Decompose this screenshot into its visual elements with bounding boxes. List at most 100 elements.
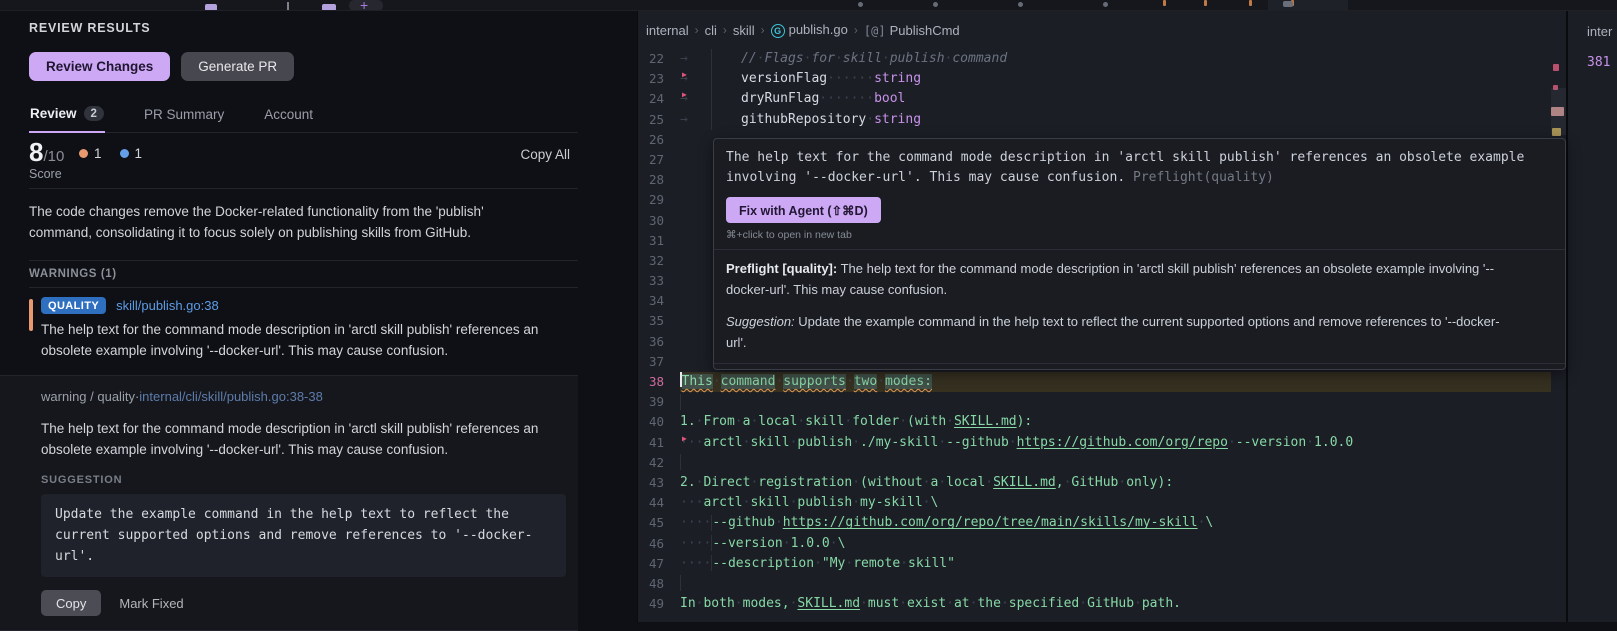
line-content: ····--description·"My·remote·skill" [680,555,955,572]
line-content: This·command·supports·two·modes: [680,372,1551,393]
line-number: 35 [648,313,664,329]
breadcrumb: internal › cli › skill › Gpublish.go › [@] Publis… [638,11,960,49]
code-line-42[interactable]: 42 [638,453,1551,473]
breadcrumb-item-cli[interactable]: cli [705,23,717,38]
review-summary: The code changes remove the Docker-relat… [29,204,484,240]
score-value: 8/10 [29,137,65,167]
code-line-24[interactable]: 24 ▶ → dryRunFlag·······bool [638,89,1551,110]
tab-label: PR Summary [143,106,225,122]
info-count: 1 [119,146,142,161]
warning-file-link[interactable]: internal/cli/skill/publish.go:38-38 [139,389,323,404]
line-content: ····--version·1.0.0·\ [680,535,846,551]
breadcrumb-item-internal[interactable]: internal [646,23,689,38]
breadcrumb-label: skill [732,22,755,38]
second-pane-breadcrumb: inter [1587,24,1613,39]
tab-whitespace: → [680,49,741,70]
warning-detail-card: warning / quality·internal/cli/skill/pub… [0,375,578,631]
line-content: 2.·Direct·registration·(without·a·local·… [680,474,1174,490]
tab-pr-summary[interactable]: PR Summary [143,98,225,132]
line-number: 33 [648,273,664,289]
toolbar-icon-fragment [1283,1,1293,7]
top-tab-strip: + [0,0,1617,11]
second-pane-code: 381 [1587,55,1611,70]
score-row: 8/10 Score 1 1 Copy All [29,133,578,189]
panel-tabs: Review 2 PR Summary Account [29,98,578,133]
code-line-44[interactable]: 44 ···arctl·skill·publish·my-skill·\ [638,493,1551,513]
tab-account[interactable]: Account [263,98,314,132]
hover-suggestion-label: Suggestion: [726,314,795,329]
line-number: 36 [648,333,664,349]
breadcrumb-label: cli [704,22,717,38]
warning-item[interactable]: QUALITY skill/publish.go:38 The help tex… [29,297,578,361]
git-deleted-marker-icon: ▶ [682,90,687,100]
breadcrumb-label: publish.go [788,22,848,37]
toolbar-icon-fragment [933,2,938,7]
fix-with-agent-button[interactable]: Fix with Agent (⇧⌘D) [726,197,881,223]
tab-count-badge: 2 [83,106,104,121]
code-line-41[interactable]: 41 ▶ ···arctl·skill·publish·./my-skill·--g… [638,433,1551,453]
line-number: 41 [648,434,664,450]
code-line-22[interactable]: 22 →//·Flags·for·skill·publish·command [638,49,1551,70]
code-line-47[interactable]: 47 ····--description·"My·remote·skill" [638,554,1551,574]
line-content: ···arctl·skill·publish·my-skill·\ [680,495,939,511]
line-content: ····--github·https://github.com/org/repo… [680,514,1214,531]
hover-description: The help text for the command mode descr… [726,150,1525,185]
line-content: →//·Flags·for·skill·publish·command [680,49,1551,70]
review-changes-button[interactable]: Review Changes [29,52,171,81]
warning-location-link[interactable]: skill/publish.go:38 [116,298,219,313]
line-number: 39 [648,394,664,410]
code-line-25[interactable]: 25 → githubRepository·string [638,109,1551,130]
code-line-23[interactable]: 23 ▶ → versionFlag······string [638,69,1551,90]
generate-pr-button[interactable]: Generate PR [181,52,295,81]
review-results-panel: REVIEW RESULTS Review Changes Generate P… [0,11,637,631]
chevron-right-icon: › [853,23,858,37]
line-number: 31 [648,232,664,248]
indent-guide [680,454,681,471]
tab-whitespace: → [680,109,741,130]
line-number: 26 [648,131,664,147]
warning-text: The help text for the command mode descr… [41,322,539,358]
line-content: ···arctl·skill·publish·./my-skill·--gith… [680,434,1354,450]
line-number: 43 [648,474,664,490]
second-editor-pane: inter 381 [1566,11,1617,622]
mark-fixed-button[interactable]: Mark Fixed [119,596,183,611]
line-number: 44 [648,495,664,511]
line-content: In·both·modes,·SKILL.md·must·exist·at·th… [680,596,1181,612]
code-line-49[interactable]: 49 In·both·modes,·SKILL.md·must·exist·at·… [638,594,1551,614]
hover-markdown: Preflight [quality]: The help text for t… [714,249,1565,363]
ruler-mark [1551,107,1564,116]
indent-guide [680,393,681,410]
breadcrumb-item-publishcmd[interactable]: [@] PublishCmd [864,23,960,38]
copy-button[interactable]: Copy [41,590,102,616]
tab-whitespace: → [680,69,741,90]
code-line-38[interactable]: 38 This·command·supports·two·modes: [638,372,1551,393]
count-value: 1 [94,146,102,161]
code-line-43[interactable]: 43 2.·Direct·registration·(without·a·loca… [638,473,1551,493]
problem-hover-tooltip: The help text for the command mode descr… [713,138,1566,370]
code-line-46[interactable]: 46 ····--version·1.0.0·\ [638,534,1551,554]
breadcrumb-item-publish.go[interactable]: Gpublish.go [770,22,848,38]
code-line-39[interactable]: 39 [638,392,1551,412]
new-tab-plus-icon[interactable]: + [360,0,368,10]
line-number: 29 [648,192,664,208]
line-number: 28 [648,172,664,188]
code-line-45[interactable]: 45 ····--github·https://github.com/org/re… [638,513,1551,533]
tab-whitespace: → [680,89,741,110]
code-line-48[interactable]: 48 [638,574,1551,594]
chevron-right-icon: › [722,23,727,37]
breadcrumb-label: PublishCmd [889,22,960,38]
go-file-icon: G [770,24,785,38]
git-deleted-marker-icon: ▶ [682,433,687,443]
toolbar-icon-fragment [1018,2,1023,7]
line-number: 23 [648,71,664,87]
tab-review[interactable]: Review 2 [29,98,105,133]
line-number: 32 [648,252,664,268]
score-denominator: /10 [43,148,65,165]
line-number: 22 [648,51,664,66]
line-content [680,453,1551,473]
breadcrumb-item-skill[interactable]: skill [733,23,755,38]
ruler-mark [1552,128,1561,136]
copy-all-button[interactable]: Copy All [520,147,570,162]
score-label: Score [29,167,62,181]
code-line-40[interactable]: 40 1.·From·a·local·skill·folder·(with·SKI… [638,412,1551,432]
